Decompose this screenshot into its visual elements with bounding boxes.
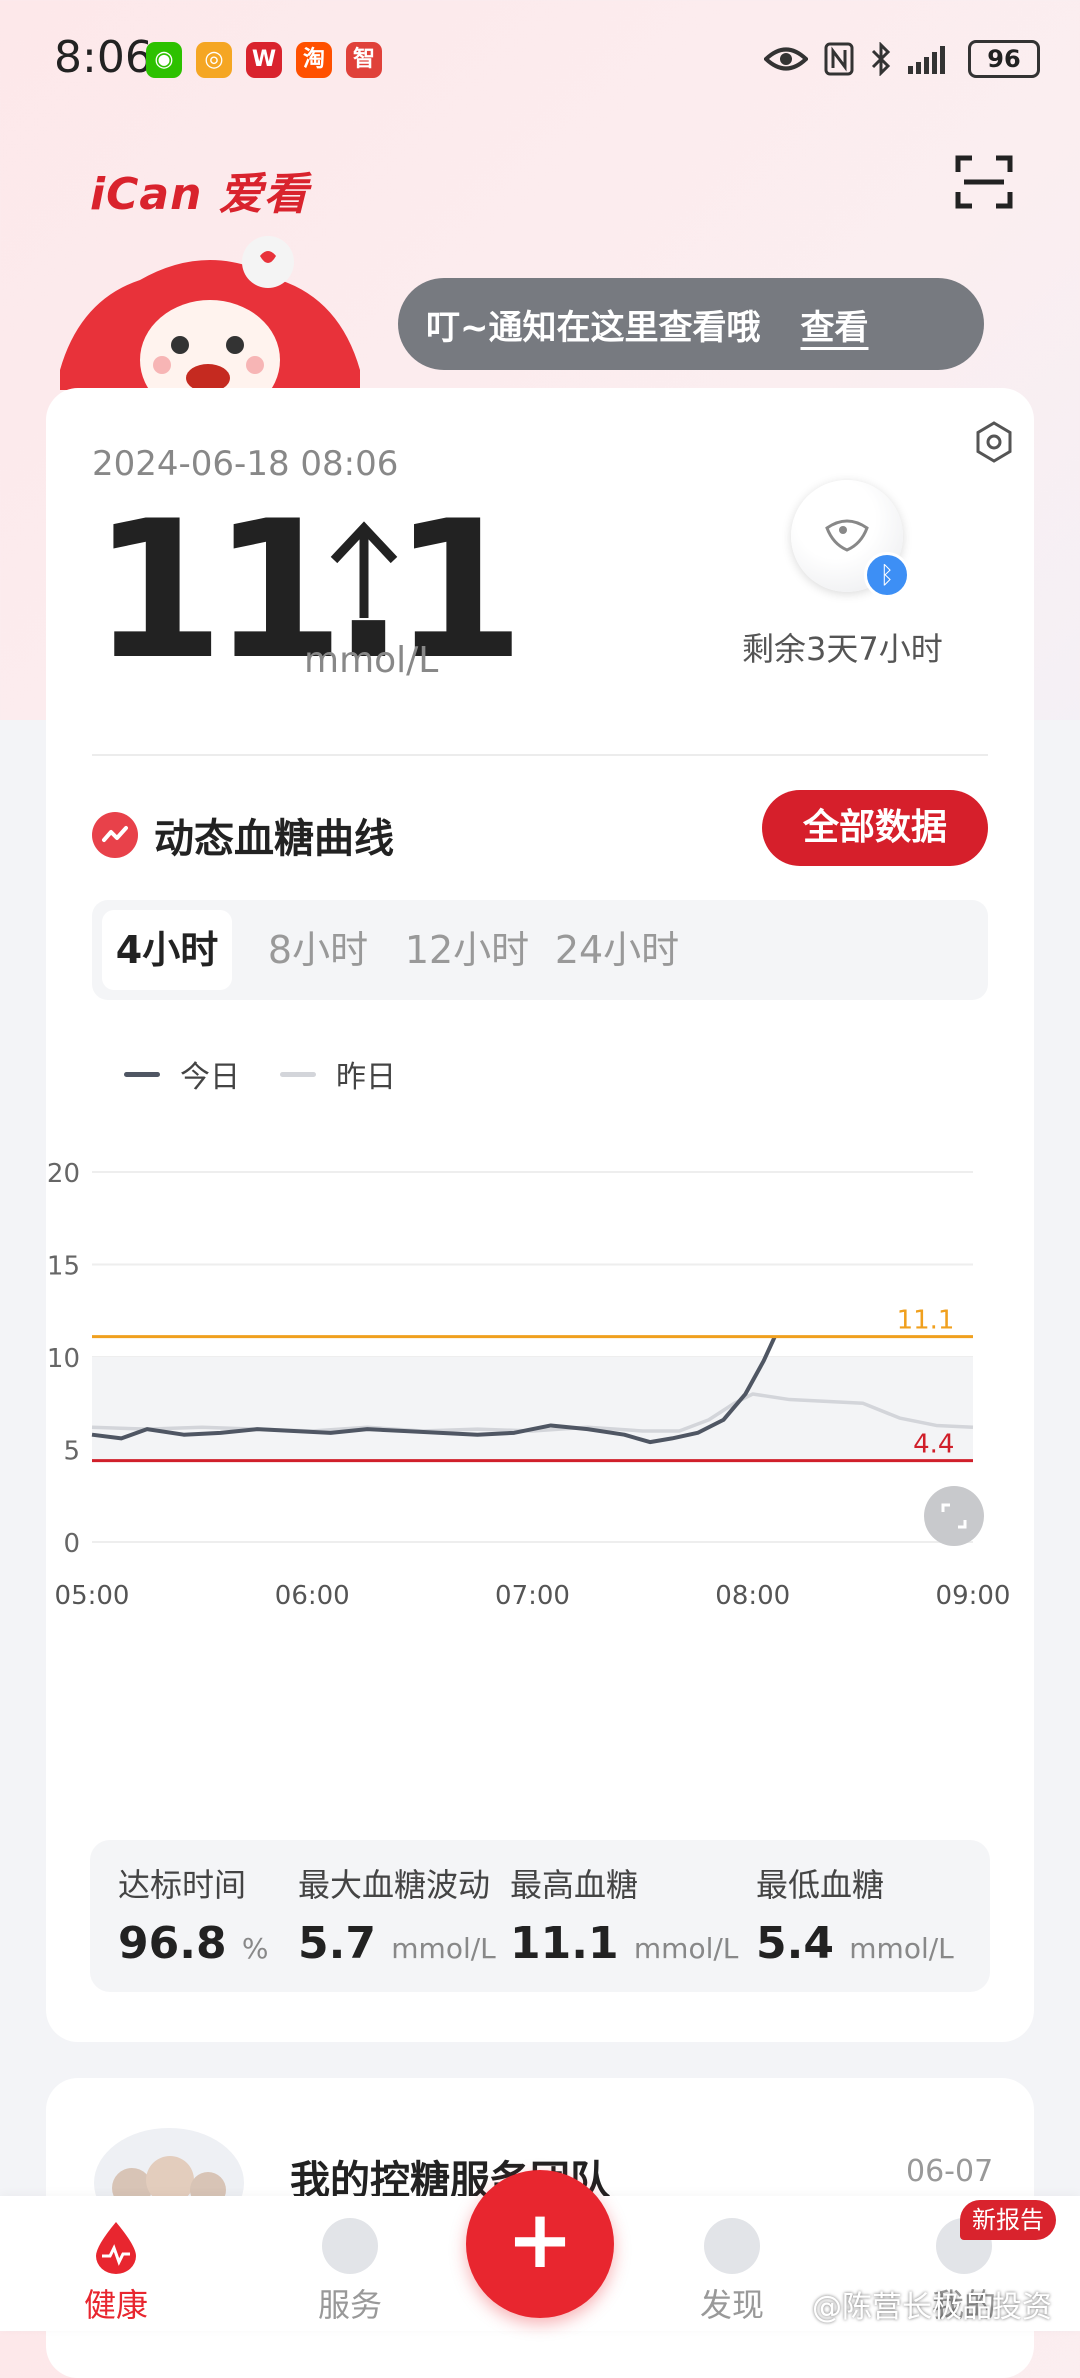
- divider: [92, 754, 988, 756]
- status-bar: 8:06 ◉ ◎ W 淘 智 96: [0, 0, 1080, 120]
- weibo-icon: ◎: [196, 42, 232, 78]
- curve-icon: [92, 812, 138, 858]
- x-tick-0600: 06:00: [275, 1581, 350, 1611]
- x-tick-0700: 07:00: [495, 1581, 570, 1611]
- new-report-badge: 新报告: [960, 2200, 1056, 2240]
- all-data-button[interactable]: 全部数据: [762, 790, 988, 866]
- mascot-illustration: [60, 236, 360, 390]
- x-tick-0500: 05:00: [55, 1581, 130, 1611]
- time-range-tabs: 4小时 8小时 12小时 24小时: [92, 900, 988, 1000]
- x-tick-0800: 08:00: [715, 1581, 790, 1611]
- legend-today-swatch: [124, 1071, 160, 1077]
- tab-8h[interactable]: 8小时: [248, 910, 388, 990]
- notification-view-link[interactable]: 查看: [801, 300, 869, 349]
- service-handshake-icon: [322, 2218, 378, 2274]
- discover-planet-icon: [704, 2218, 760, 2274]
- reading-datetime: 2024-06-18 08:06: [92, 444, 399, 484]
- zhi-app-icon: 智: [346, 42, 382, 78]
- section-title: 动态血糖曲线: [154, 816, 394, 862]
- tab-24h[interactable]: 24小时: [542, 910, 692, 990]
- x-tick-0900: 09:00: [936, 1581, 1011, 1611]
- bluetooth-icon: [871, 42, 891, 76]
- status-time: 8:06: [54, 32, 153, 83]
- bluetooth-badge-icon: ᛒ: [864, 552, 910, 598]
- chart-legend: 今日 昨日: [124, 1052, 396, 1096]
- low-threshold-label: 4.4: [913, 1430, 954, 1460]
- tab-12h[interactable]: 12小时: [392, 910, 542, 990]
- signal-icon: [908, 46, 945, 74]
- wechat-icon: ◉: [146, 42, 182, 78]
- stat-time-in-range: 达标时间 96.8 %: [118, 1866, 269, 1969]
- section-header: 动态血糖曲线: [92, 806, 394, 864]
- nav-health[interactable]: 健康: [36, 2196, 196, 2331]
- battery-indicator: 96: [968, 40, 1040, 78]
- expand-button[interactable]: [924, 1486, 984, 1546]
- app-logo: iCan 爱看: [90, 169, 309, 220]
- nav-service[interactable]: 服务: [270, 2196, 430, 2331]
- nav-discover[interactable]: 发现: [652, 2196, 812, 2331]
- y-tick-20: 20: [47, 1159, 80, 1189]
- wps-icon: W: [246, 42, 282, 78]
- glucose-card: 2024-06-18 08:06 11.1 mmol/L ᛒ 剩余3天7小时 动…: [46, 388, 1034, 2042]
- sensor-remaining-time: 剩余3天7小时: [742, 630, 943, 668]
- high-threshold-label: 11.1: [897, 1306, 955, 1336]
- health-drop-icon: [96, 2222, 136, 2274]
- watermark: @陈营长极品投资: [812, 2290, 1052, 2325]
- scan-icon[interactable]: [954, 154, 1014, 210]
- glucose-unit: mmol/L: [304, 640, 439, 681]
- stat-lowest: 最低血糖 5.4 mmol/L: [756, 1866, 954, 1969]
- tab-4h[interactable]: 4小时: [102, 910, 232, 990]
- stats-panel: 达标时间 96.8 % 最大血糖波动 5.7 mmol/L 最高血糖 11.1 …: [90, 1840, 990, 1992]
- legend-yesterday-label: 昨日: [336, 1060, 396, 1095]
- glucose-value: 11.1: [92, 480, 525, 701]
- y-tick-5: 5: [63, 1437, 80, 1467]
- trend-arrow-up-icon: [330, 521, 398, 618]
- y-tick-0: 0: [63, 1529, 80, 1559]
- y-tick-15: 15: [47, 1252, 80, 1282]
- nfc-icon: [824, 42, 854, 76]
- eye-icon: [764, 47, 808, 71]
- add-button[interactable]: +: [466, 2170, 614, 2318]
- notification-bubble[interactable]: 叮~通知在这里查看哦 查看: [398, 278, 984, 370]
- y-tick-10: 10: [47, 1344, 80, 1374]
- target-band: [92, 1357, 973, 1461]
- settings-icon[interactable]: [972, 420, 1016, 464]
- team-date: 06-07: [906, 2154, 994, 2189]
- stat-max-fluctuation: 最大血糖波动 5.7 mmol/L: [298, 1866, 496, 1969]
- taobao-icon: 淘: [296, 42, 332, 78]
- glucose-chart: 0 5 10 15 20 11.1 4.4 05:00 06:00 07:00 08:00 09:00: [47, 1159, 1011, 1611]
- legend-yesterday-swatch: [280, 1071, 316, 1077]
- legend-today-label: 今日: [180, 1060, 240, 1095]
- notification-message: 叮~通知在这里查看哦: [426, 307, 761, 348]
- stat-highest: 最高血糖 11.1 mmol/L: [510, 1866, 739, 1969]
